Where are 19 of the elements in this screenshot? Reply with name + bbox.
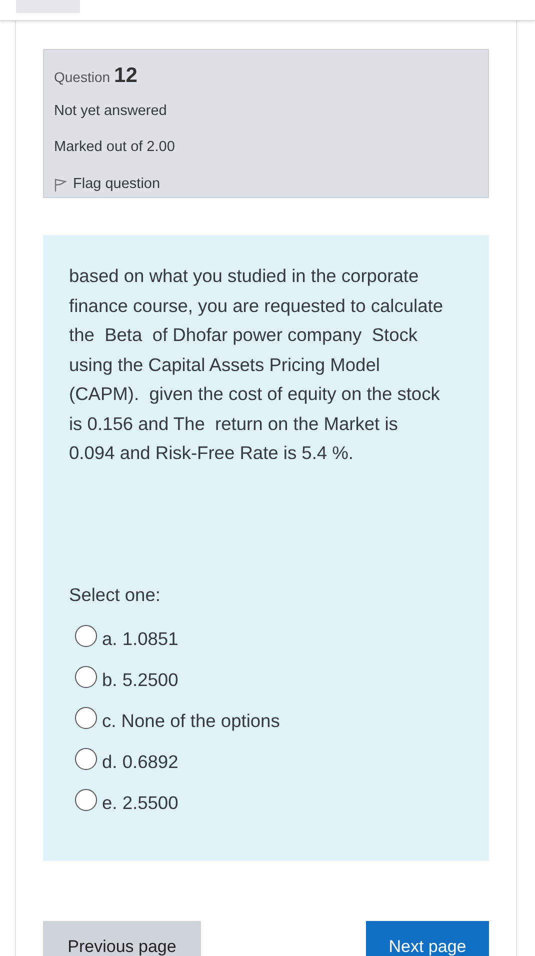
answer-option[interactable]: c. None of the options bbox=[69, 698, 280, 739]
answer-option[interactable]: b. 5.2500 bbox=[69, 656, 178, 698]
radio-button[interactable] bbox=[75, 789, 97, 812]
status-text: Not yet answered bbox=[54, 102, 167, 120]
select-prompt: Select one: bbox=[69, 582, 160, 606]
answer-option[interactable]: a. 1.0851 bbox=[69, 616, 178, 657]
question-label: Question bbox=[54, 68, 110, 87]
radio-button[interactable] bbox=[75, 707, 97, 730]
radio-button[interactable] bbox=[75, 748, 97, 770]
question-text: based on what you studied in the corporate finance course, you are requested to calculate the Beta of Dhofar power company Stock using the Capital Assets Pricing Model (CAPM). given the cost of equity on the stock is 0.156 and The return on the Market is 0.094 and Risk-Free Rate is 5.4 %. bbox=[69, 264, 444, 465]
question-number: 12 bbox=[114, 63, 138, 89]
answer-option[interactable]: d. 0.6892 bbox=[69, 738, 178, 780]
next-page-button[interactable]: Next page bbox=[366, 921, 489, 956]
radio-button[interactable] bbox=[75, 666, 97, 688]
flag-question-link[interactable]: Flag question bbox=[54, 174, 160, 196]
radio-button[interactable] bbox=[75, 625, 97, 648]
marks-text: Marked out of 2.00 bbox=[54, 138, 175, 158]
answer-option[interactable]: e. 2.5500 bbox=[69, 780, 178, 821]
previous-page-button[interactable]: Previous page bbox=[43, 921, 201, 956]
